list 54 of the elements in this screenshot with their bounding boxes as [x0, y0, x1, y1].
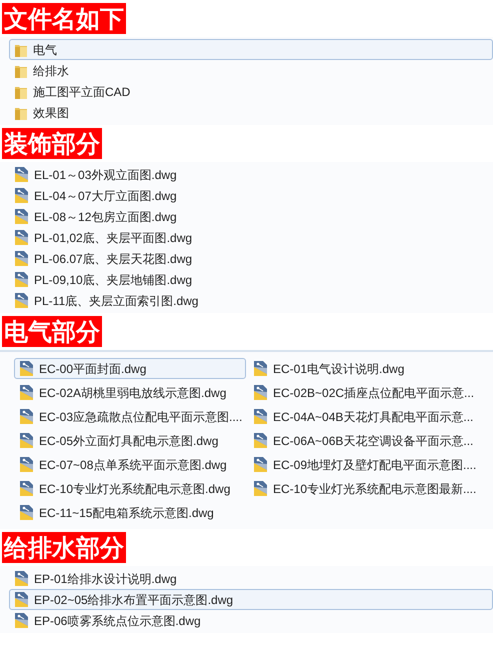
drawing-file-icon [19, 360, 34, 377]
file-item[interactable]: PL-01,02底、夹层平面图.dwg [9, 227, 493, 248]
file-item[interactable]: EC-06A~06B天花空调设备平面示意... [248, 430, 486, 451]
drawing-file-icon [19, 456, 34, 473]
section-heading: 文件名如下 [2, 3, 126, 34]
drawing-file-icon [14, 570, 29, 587]
drawing-file-icon [14, 591, 29, 608]
drawing-file-icon [19, 480, 34, 497]
file-item[interactable]: EC-03应急疏散点位配电平面示意图.... [14, 406, 246, 427]
file-item[interactable]: EC-01电气设计说明.dwg [248, 358, 486, 379]
drawing-file-icon [14, 229, 29, 246]
file-item[interactable]: EC-10专业灯光系统配电示意图最新.... [248, 478, 486, 499]
file-item[interactable]: PL-11底、夹层立面索引图.dwg [9, 290, 493, 311]
folder-item[interactable]: 给排水 [9, 60, 493, 81]
file-item[interactable]: EP-02~05给排水布置平面示意图.dwg [9, 589, 493, 610]
file-item[interactable]: EL-04～07大厅立面图.dwg [9, 185, 493, 206]
drawing-file-icon [19, 432, 34, 449]
drawing-file-icon [14, 208, 29, 225]
section-heading: 给排水部分 [2, 532, 126, 563]
folder-item[interactable]: 效果图 [9, 102, 493, 123]
drawing-file-icon [14, 612, 29, 629]
folder-item[interactable]: 施工图平立面CAD [9, 81, 493, 102]
drawing-file-icon [253, 384, 268, 401]
file-item[interactable]: EC-02A胡桃里弱电放线示意图.dwg [14, 382, 246, 403]
drawing-file-icon [19, 384, 34, 401]
file-item[interactable]: EP-06喷雾系统点位示意图.dwg [9, 610, 493, 631]
drawing-file-icon [14, 250, 29, 267]
drawing-file-icon [14, 292, 29, 309]
file-item[interactable]: EL-08～12包房立面图.dwg [9, 206, 493, 227]
drawing-file-icon [253, 456, 268, 473]
drawing-file-icon [253, 360, 268, 377]
file-item[interactable]: EC-04A~04B天花灯具配电平面示意... [248, 406, 486, 427]
drawing-file-icon [253, 432, 268, 449]
file-item[interactable]: EC-11~15配电箱系统示意图.dwg [14, 502, 246, 523]
section-heading: 电气部分 [2, 316, 102, 347]
file-item[interactable]: EC-07~08点单系统平面示意图.dwg [14, 454, 246, 475]
folder-item[interactable]: 电气 [9, 39, 493, 60]
drawing-file-icon [19, 408, 34, 425]
file-item[interactable]: EP-01给排水设计说明.dwg [9, 568, 493, 589]
file-item[interactable]: EC-05外立面灯具配电示意图.dwg [14, 430, 246, 451]
file-item[interactable]: EC-00平面封面.dwg [14, 358, 246, 379]
file-item[interactable]: PL-06.07底、夹层天花图.dwg [9, 248, 493, 269]
drawing-file-icon [14, 166, 29, 183]
drawing-file-icon [253, 408, 268, 425]
drawing-file-icon [253, 480, 268, 497]
file-item[interactable]: EC-02B~02C插座点位配电平面示意... [248, 382, 486, 403]
section-heading: 装饰部分 [2, 128, 102, 159]
drawing-file-icon [19, 504, 34, 521]
file-item[interactable]: EC-09地埋灯及壁灯配电平面示意图.... [248, 454, 486, 475]
file-item[interactable]: PL-09,10底、夹层地铺图.dwg [9, 269, 493, 290]
drawing-file-icon [14, 187, 29, 204]
drawing-file-icon [14, 271, 29, 288]
file-item[interactable]: EC-10专业灯光系统配电示意图.dwg [14, 478, 246, 499]
file-item[interactable]: EL-01～03外观立面图.dwg [9, 164, 493, 185]
